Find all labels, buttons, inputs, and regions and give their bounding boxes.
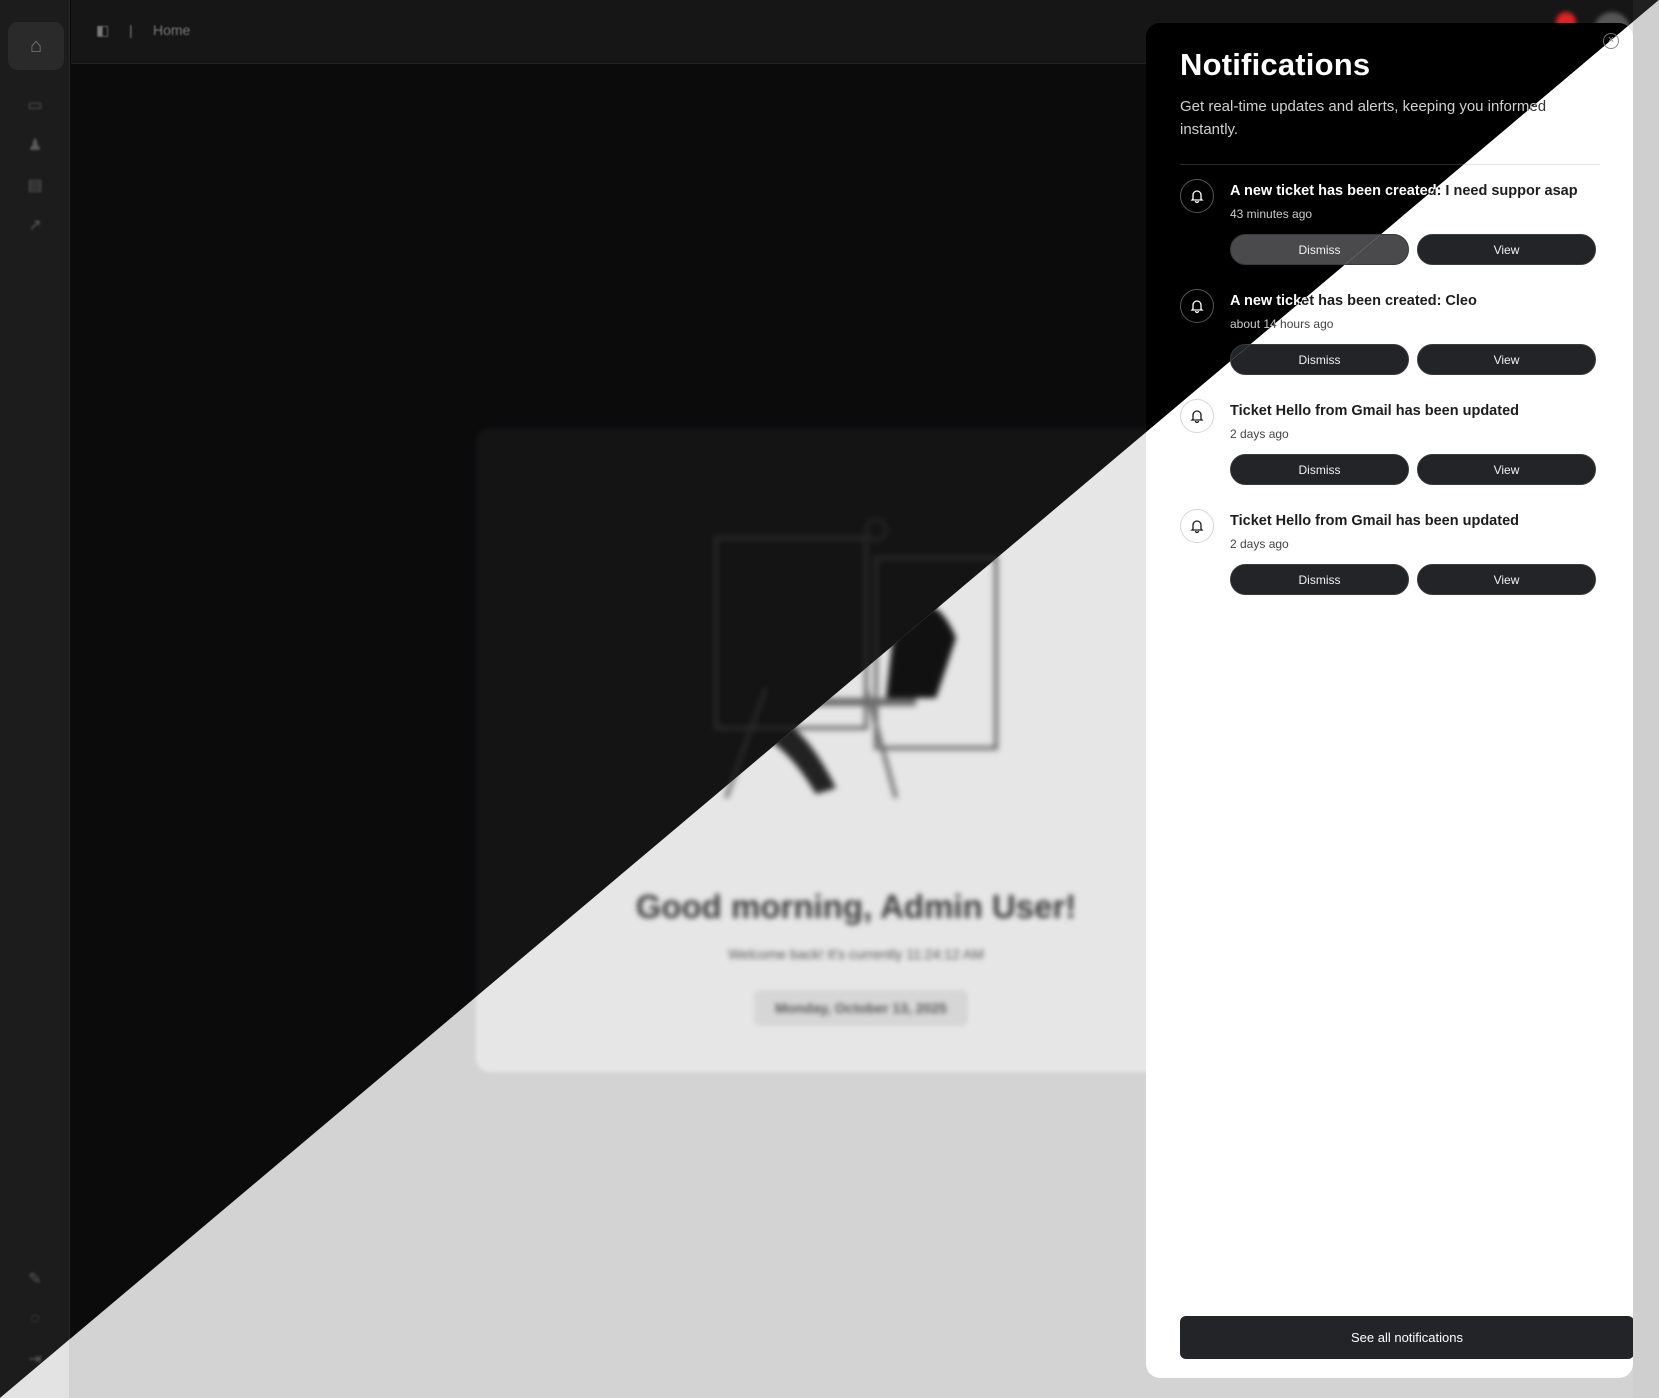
notification-title: Ticket Hello from Gmail has been updated bbox=[1230, 403, 1519, 419]
dismiss-button[interactable]: Dismiss bbox=[1230, 344, 1409, 375]
bell-icon bbox=[1180, 179, 1214, 213]
bell-icon bbox=[1180, 399, 1214, 433]
view-button[interactable]: View bbox=[1417, 234, 1596, 265]
ticket-icon[interactable]: ▭ bbox=[24, 94, 46, 116]
view-button[interactable]: View bbox=[1417, 344, 1596, 375]
home-icon[interactable]: ⌂ bbox=[8, 22, 64, 70]
bell-icon bbox=[1180, 509, 1214, 543]
view-button[interactable]: View bbox=[1417, 564, 1596, 595]
panel-title: Notifications bbox=[1180, 47, 1371, 82]
dismiss-button[interactable]: Dismiss bbox=[1230, 564, 1409, 595]
sidebar-toggle-icon[interactable]: ◧ bbox=[96, 22, 109, 39]
breadcrumb-separator: | bbox=[129, 22, 133, 38]
dismiss-button[interactable]: Dismiss bbox=[1230, 454, 1409, 485]
notification-title: Ticket Hello from Gmail has been updated bbox=[1230, 513, 1519, 529]
sidebar: ⌂ ▭ ♟ ▤ ↗ ✎ ◌ ⇥ bbox=[0, 0, 70, 1398]
welcome-subtitle: Welcome back! It's currently 11:24:12 AM bbox=[728, 946, 984, 962]
edit-icon[interactable]: ✎ bbox=[24, 1268, 46, 1290]
user-icon[interactable]: ♟ bbox=[24, 134, 46, 156]
see-all-notifications-button[interactable]: See all notifications bbox=[1180, 1316, 1633, 1359]
breadcrumb-home[interactable]: Home bbox=[153, 22, 190, 38]
notification-time: 2 days ago bbox=[1230, 537, 1289, 551]
view-button[interactable]: View bbox=[1417, 454, 1596, 485]
date-badge: Monday, October 13, 2025 bbox=[754, 990, 968, 1026]
notification-item: Ticket Hello from Gmail has been updated… bbox=[1180, 399, 1600, 503]
notification-item: Ticket Hello from Gmail has been updated… bbox=[1180, 509, 1600, 613]
notification-time: 43 minutes ago bbox=[1230, 207, 1313, 221]
table-icon[interactable]: ▤ bbox=[24, 174, 46, 196]
chart-icon[interactable]: ↗ bbox=[24, 214, 46, 236]
help-icon[interactable]: ◌ bbox=[24, 1308, 46, 1330]
bell-icon bbox=[1180, 289, 1214, 323]
notification-time: 2 days ago bbox=[1230, 427, 1289, 441]
page-edge bbox=[1633, 0, 1659, 1398]
